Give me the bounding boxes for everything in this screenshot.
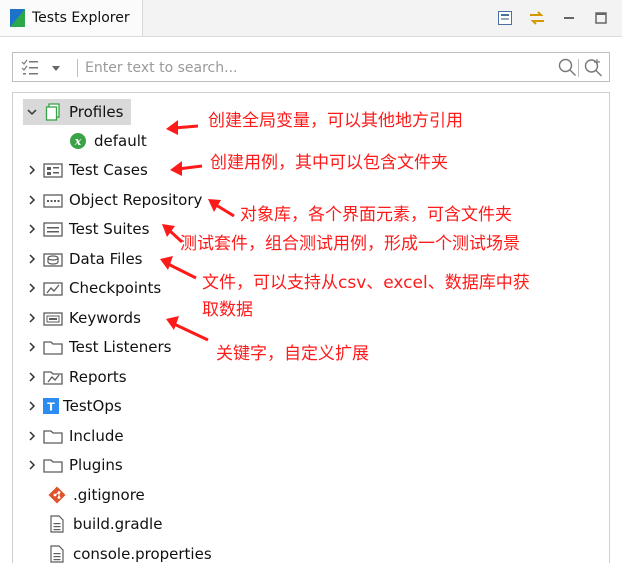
tree-item-gitignore[interactable]: .gitignore <box>47 482 145 508</box>
tree-item-console-properties[interactable]: console.properties <box>47 541 212 567</box>
tree-item-testops[interactable]: T TestOps <box>23 393 122 419</box>
chevron-right-icon[interactable] <box>23 250 41 268</box>
minimize-icon <box>564 17 574 19</box>
tree-item-test-listeners[interactable]: Test Listeners <box>23 334 171 360</box>
tree-item-test-suites[interactable]: Test Suites <box>23 216 149 242</box>
annotation-arrow <box>160 256 197 280</box>
tree-item-checkpoints[interactable]: Checkpoints <box>23 275 161 301</box>
chevron-right-icon[interactable] <box>23 368 41 386</box>
chevron-down-icon[interactable] <box>23 103 41 121</box>
annotation-test-cases: 创建用例，其中可以包含文件夹 <box>210 153 448 173</box>
search-icon[interactable] <box>557 57 577 77</box>
test-suites-folder-icon <box>43 220 63 238</box>
tree-item-build-gradle[interactable]: build.gradle <box>47 511 162 537</box>
minimize-view-button[interactable] <box>558 7 580 29</box>
chevron-right-icon[interactable] <box>23 279 41 297</box>
tree-item-test-cases[interactable]: Test Cases <box>23 157 148 183</box>
git-icon <box>47 486 67 504</box>
view-header: Tests Explorer <box>0 0 622 37</box>
chevron-right-icon[interactable] <box>23 397 41 415</box>
profiles-icon <box>43 103 63 121</box>
separator <box>77 59 78 77</box>
annotation-data-files-line1: 文件，可以支持从csv、excel、数据库中获 <box>202 273 530 293</box>
annotation-data-files-line2: 取数据 <box>202 300 253 320</box>
data-files-folder-icon <box>43 250 63 268</box>
svg-text:T: T <box>47 401 55 414</box>
chevron-down-icon[interactable] <box>51 63 61 73</box>
annotation-object-repository: 对象库，各个界面元素，可含文件夹 <box>240 205 512 225</box>
chevron-right-icon[interactable] <box>23 161 41 179</box>
checkpoints-folder-icon <box>43 279 63 297</box>
profile-variable-icon: x <box>68 132 88 150</box>
annotation-arrow <box>170 161 203 176</box>
svg-text:x: x <box>74 135 82 148</box>
separator <box>578 59 579 77</box>
test-cases-folder-icon <box>43 161 63 179</box>
chevron-right-icon[interactable] <box>23 191 41 209</box>
katalon-logo-icon <box>10 9 25 27</box>
testops-icon: T <box>43 397 59 415</box>
tree-item-include[interactable]: Include <box>23 423 124 449</box>
maximize-view-button[interactable] <box>590 7 612 29</box>
tree-item-reports[interactable]: Reports <box>23 364 127 390</box>
advanced-search-icon[interactable] <box>583 57 603 77</box>
tree-item-keywords[interactable]: Keywords <box>23 305 141 331</box>
chevron-right-icon[interactable] <box>23 427 41 445</box>
keywords-folder-icon <box>43 309 63 327</box>
object-repository-folder-icon <box>43 191 63 209</box>
reports-folder-icon <box>43 368 63 386</box>
annotation-arrow <box>166 120 199 135</box>
tree-item-profiles[interactable]: Profiles <box>23 99 132 125</box>
annotation-test-suites: 测试套件，组合测试用例，形成一个测试场景 <box>180 234 520 254</box>
link-with-editor-button[interactable] <box>526 7 548 29</box>
tree-item-object-repository[interactable]: Object Repository <box>23 187 202 213</box>
tree-item-plugins[interactable]: Plugins <box>23 452 123 478</box>
file-icon <box>47 545 67 563</box>
link-sync-icon <box>530 11 544 25</box>
folder-icon <box>43 456 63 474</box>
tests-explorer-tab[interactable]: Tests Explorer <box>0 0 143 36</box>
chevron-right-icon[interactable] <box>23 338 41 356</box>
file-icon <box>47 515 67 533</box>
folder-icon <box>43 427 63 445</box>
tree-item-default[interactable]: x default <box>68 128 147 154</box>
chevron-right-icon[interactable] <box>23 220 41 238</box>
folder-icon <box>43 338 63 356</box>
chevron-right-icon[interactable] <box>23 309 41 327</box>
annotation-arrow <box>208 199 235 218</box>
maximize-icon <box>595 12 607 24</box>
collapse-all-icon <box>498 11 512 25</box>
search-input[interactable] <box>83 56 517 80</box>
search-bar <box>12 52 610 82</box>
chevron-right-icon[interactable] <box>23 456 41 474</box>
collapse-all-button[interactable] <box>494 7 516 29</box>
annotation-profiles: 创建全局变量，可以其他地方引用 <box>208 111 463 131</box>
filter-list-icon[interactable] <box>21 59 39 77</box>
tree-item-data-files[interactable]: Data Files <box>23 246 143 272</box>
annotation-keywords: 关键字，自定义扩展 <box>216 344 369 364</box>
tab-title: Tests Explorer <box>32 10 130 26</box>
